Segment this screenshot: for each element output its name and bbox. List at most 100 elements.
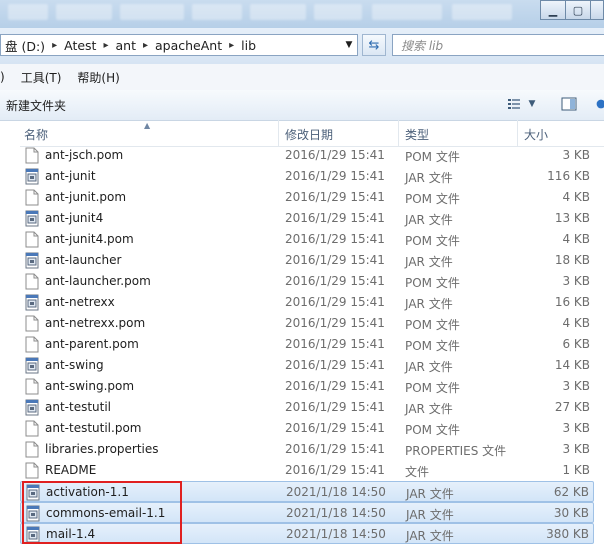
file-row[interactable]: ant-testutil.pom 2016/1/29 15:41 POM 文件 3 K…	[20, 418, 594, 439]
help-icon	[596, 99, 604, 109]
file-row[interactable]: ant-parent.pom 2016/1/29 15:41 POM 文件 6 KB	[20, 334, 594, 355]
file-date: 2016/1/29 15:41	[285, 337, 385, 351]
file-type: JAR 文件	[405, 402, 453, 416]
maximize-button[interactable]: ▢	[565, 0, 591, 20]
column-type[interactable]: 类型	[405, 126, 429, 143]
column-date[interactable]: 修改日期	[285, 126, 333, 143]
file-type: POM 文件	[405, 150, 460, 164]
file-row[interactable]: activation-1.1 2021/1/18 14:50 JAR 文件 62 KB	[20, 481, 594, 502]
file-date: 2016/1/29 15:41	[285, 379, 385, 393]
file-size: 4 KB	[562, 232, 590, 246]
file-row[interactable]: ant-swing.pom 2016/1/29 15:41 POM 文件 3 KB	[20, 376, 594, 397]
address-dropdown-icon[interactable]: ▼	[341, 35, 357, 55]
file-row[interactable]: ant-launcher 2016/1/29 15:41 JAR 文件 18 KB	[20, 250, 594, 271]
column-size[interactable]: 大小	[524, 126, 548, 143]
file-name: ant-testutil	[45, 400, 112, 414]
sort-ascending-icon: ▲	[144, 121, 151, 130]
file-date: 2016/1/29 15:41	[285, 211, 385, 225]
column-header: ▲ 名称 修改日期 类型 大小	[20, 120, 604, 147]
file-date: 2016/1/29 15:41	[285, 316, 385, 330]
preview-pane-icon	[561, 97, 577, 111]
title-bar: ▁ ▢	[0, 0, 604, 28]
address-bar-area: 盘 (D:) ▸ Atest ▸ ant ▸ apacheAnt ▸ lib ▼…	[0, 28, 604, 64]
file-type: PROPERTIES 文件	[405, 444, 507, 458]
file-row[interactable]: ant-junit4 2016/1/29 15:41 JAR 文件 13 KB	[20, 208, 594, 229]
file-size: 3 KB	[562, 421, 590, 435]
file-name: ant-junit	[45, 169, 96, 183]
breadcrumb-arrow-icon[interactable]: ▸	[49, 40, 60, 51]
menu-item-help[interactable]: 帮助(H)	[71, 69, 125, 86]
file-row[interactable]: ant-testutil 2016/1/29 15:41 JAR 文件 27 KB	[20, 397, 594, 418]
blurred-tab	[250, 4, 306, 20]
file-size: 116 KB	[547, 169, 590, 183]
file-size: 3 KB	[562, 442, 590, 456]
file-name: ant-launcher.pom	[45, 274, 151, 288]
preview-pane-button[interactable]	[560, 96, 578, 112]
blurred-tab	[372, 4, 442, 20]
blurred-tab	[56, 4, 112, 20]
file-date: 2016/1/29 15:41	[285, 274, 385, 288]
file-name: ant-jsch.pom	[45, 148, 124, 162]
file-row[interactable]: ant-swing 2016/1/29 15:41 JAR 文件 14 KB	[20, 355, 594, 376]
file-row[interactable]: ant-launcher.pom 2016/1/29 15:41 POM 文件 3 K…	[20, 271, 594, 292]
column-name[interactable]: 名称	[24, 126, 48, 143]
file-date: 2021/1/18 14:50	[286, 527, 386, 541]
menu-item-view[interactable]: )	[0, 70, 11, 84]
file-type: POM 文件	[405, 192, 460, 206]
file-size: 6 KB	[562, 337, 590, 351]
view-list-icon	[507, 99, 520, 109]
view-options-button[interactable]: ▼	[504, 96, 538, 112]
file-row[interactable]: mail-1.4 2021/1/18 14:50 JAR 文件 380 KB	[20, 523, 594, 544]
breadcrumb-lib[interactable]: lib	[237, 38, 260, 53]
file-row[interactable]: libraries.properties 2016/1/29 15:41 PROPE…	[20, 439, 594, 460]
refresh-button[interactable]: ⇆	[362, 34, 386, 56]
search-placeholder: 搜索 lib	[401, 38, 444, 53]
column-divider[interactable]	[517, 120, 518, 146]
column-divider[interactable]	[278, 120, 279, 146]
search-input[interactable]: 搜索 lib	[392, 34, 604, 56]
breadcrumb-arrow-icon[interactable]: ▸	[140, 40, 151, 51]
file-type: JAR 文件	[405, 213, 453, 227]
file-type: 文件	[405, 465, 430, 479]
file-row[interactable]: ant-junit4.pom 2016/1/29 15:41 POM 文件 4 KB	[20, 229, 594, 250]
file-size: 13 KB	[554, 211, 590, 225]
file-name: commons-email-1.1	[46, 506, 166, 520]
file-size: 1 KB	[562, 463, 590, 477]
menu-item-tools[interactable]: 工具(T)	[15, 69, 68, 86]
help-button[interactable]	[596, 96, 604, 112]
file-type: POM 文件	[405, 276, 460, 290]
file-type: JAR 文件	[405, 255, 453, 269]
file-row[interactable]: ant-jsch.pom 2016/1/29 15:41 POM 文件 3 KB	[20, 145, 594, 166]
column-divider[interactable]	[398, 120, 399, 146]
file-name: ant-netrexx	[45, 295, 115, 309]
file-row[interactable]: commons-email-1.1 2021/1/18 14:50 JAR 文件 30…	[20, 502, 594, 523]
breadcrumb-apacheant[interactable]: apacheAnt	[151, 38, 226, 53]
close-button[interactable]	[590, 0, 604, 20]
breadcrumb-ant[interactable]: ant	[111, 38, 139, 53]
file-rows: ant-jsch.pom 2016/1/29 15:41 POM 文件 3 KB ant…	[20, 145, 604, 544]
minimize-button[interactable]: ▁	[540, 0, 566, 20]
file-size: 14 KB	[554, 358, 590, 372]
refresh-icon: ⇆	[368, 37, 380, 53]
file-type: POM 文件	[405, 318, 460, 332]
file-date: 2016/1/29 15:41	[285, 463, 385, 477]
file-size: 27 KB	[554, 400, 590, 414]
address-bar[interactable]: 盘 (D:) ▸ Atest ▸ ant ▸ apacheAnt ▸ lib ▼	[0, 34, 358, 56]
file-type: POM 文件	[405, 381, 460, 395]
file-type: JAR 文件	[406, 508, 454, 522]
new-folder-button[interactable]: 新建文件夹	[6, 97, 66, 114]
file-row[interactable]: ant-junit 2016/1/29 15:41 JAR 文件 116 KB	[20, 166, 594, 187]
breadcrumb-drive[interactable]: 盘 (D:)	[1, 36, 49, 55]
breadcrumb-arrow-icon[interactable]: ▸	[226, 40, 237, 51]
breadcrumb-atest[interactable]: Atest	[60, 38, 100, 53]
file-date: 2016/1/29 15:41	[285, 253, 385, 267]
file-type: POM 文件	[405, 234, 460, 248]
breadcrumb-arrow-icon[interactable]: ▸	[100, 40, 111, 51]
file-row[interactable]: ant-netrexx.pom 2016/1/29 15:41 POM 文件 4 KB	[20, 313, 594, 334]
file-row[interactable]: README 2016/1/29 15:41 文件 1 KB	[20, 460, 594, 481]
file-date: 2016/1/29 15:41	[285, 400, 385, 414]
file-row[interactable]: ant-netrexx 2016/1/29 15:41 JAR 文件 16 KB	[20, 292, 594, 313]
file-name: ant-swing	[45, 358, 104, 372]
file-row[interactable]: ant-junit.pom 2016/1/29 15:41 POM 文件 4 KB	[20, 187, 594, 208]
file-size: 4 KB	[562, 190, 590, 204]
